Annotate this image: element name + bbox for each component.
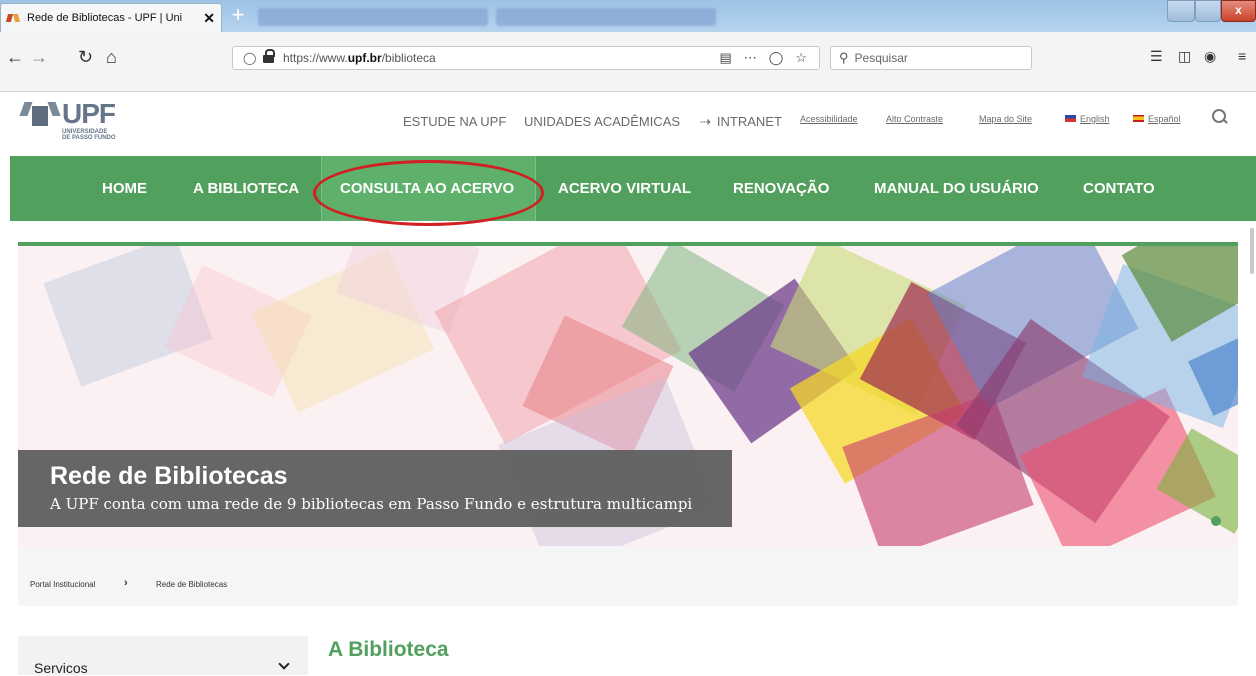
menu-home[interactable]: HOME — [102, 156, 147, 221]
link-espanol[interactable]: Español — [1148, 114, 1181, 124]
breadcrumb: Portal Institucional › Rede de Bibliotec… — [18, 546, 1238, 606]
link-english[interactable]: English — [1080, 114, 1110, 124]
forward-icon[interactable]: → — [30, 47, 48, 67]
background-tab[interactable] — [258, 8, 488, 26]
reload-icon[interactable]: ↻ — [78, 47, 93, 67]
scrollbar-thumb[interactable] — [1250, 228, 1254, 274]
browser-tab-active[interactable]: Rede de Bibliotecas - UPF | Uni ✕ — [0, 3, 222, 32]
breadcrumb-separator: › — [124, 577, 128, 589]
banner-subtitle: A UPF conta com uma rede de 9 biblioteca… — [50, 495, 693, 513]
more-icon[interactable]: ⋯ — [744, 50, 757, 66]
menu-contato[interactable]: CONTATO — [1083, 156, 1155, 221]
close-tab-icon[interactable]: ✕ — [203, 10, 215, 27]
background-tab[interactable] — [496, 8, 716, 26]
sidebar-servicos[interactable]: Servicos — [18, 636, 308, 676]
search-placeholder: Pesquisar — [854, 51, 908, 65]
window-close-button[interactable]: x — [1221, 0, 1256, 22]
site-header: UPF UNIVERSIDADE DE PASSO FUNDO ESTUDE NA… — [0, 92, 1256, 156]
page-title: A Biblioteca — [328, 638, 449, 661]
top-links: ESTUDE NA UPF — [403, 114, 506, 130]
url-text[interactable]: https://www.upf.br/biblioteca — [283, 51, 719, 65]
breadcrumb-current: Rede de Bibliotecas — [156, 580, 228, 589]
carousel-dot[interactable] — [1211, 516, 1221, 526]
menu-manual-do-usuario[interactable]: MANUAL DO USUÁRIO — [874, 156, 1039, 221]
window-maximize-button[interactable] — [1195, 0, 1221, 22]
menu-renovacao[interactable]: RENOVAÇÃO — [733, 156, 829, 221]
address-bar[interactable]: ◯ https://www.upf.br/biblioteca ▤ ⋯ ◯ ☆ — [232, 46, 820, 70]
logo-text: UPF — [62, 98, 116, 129]
logo-subtitle: UNIVERSIDADE DE PASSO FUNDO — [62, 129, 116, 141]
link-mapa-do-site[interactable]: Mapa do Site — [979, 114, 1032, 124]
library-icon[interactable]: ☰ — [1150, 48, 1163, 65]
home-icon[interactable]: ⌂ — [106, 47, 117, 67]
main-menu: HOME A BIBLIOTECA CONSULTA AO ACERVO ACE… — [10, 156, 1256, 226]
pocket-icon[interactable]: ◯ — [769, 50, 784, 66]
upf-logo[interactable]: UPF UNIVERSIDADE DE PASSO FUNDO — [19, 98, 142, 148]
browser-navbar: ← → ↻ ⌂ ◯ https://www.upf.br/biblioteca … — [0, 32, 1256, 92]
login-icon: ⇢ — [700, 114, 711, 129]
upf-favicon-icon — [7, 13, 21, 23]
menu-icon[interactable]: ≡ — [1238, 48, 1246, 64]
bookmark-star-icon[interactable]: ☆ — [795, 50, 807, 66]
spain-flag-icon — [1133, 115, 1144, 122]
browser-titlebar: Rede de Bibliotecas - UPF | Uni ✕ + x — [0, 0, 1256, 32]
us-flag-icon — [1065, 115, 1076, 122]
lock-icon[interactable] — [263, 48, 275, 64]
sidebar-icon[interactable]: ◫ — [1178, 48, 1191, 65]
browser-search-input[interactable]: ⚲ Pesquisar — [830, 46, 1032, 70]
sidebar-label: Servicos — [34, 660, 88, 676]
shield-icon[interactable]: ◯ — [243, 51, 257, 65]
link-alto-contraste[interactable]: Alto Contraste — [886, 114, 943, 124]
link-unidades[interactable]: UNIDADES ACADÊMICAS — [524, 114, 680, 129]
banner-title: Rede de Bibliotecas — [50, 462, 288, 490]
back-icon[interactable]: ← — [6, 47, 24, 67]
highlight-ellipse-annotation — [313, 160, 544, 226]
upf-logo-mark-icon — [19, 100, 61, 126]
search-icon: ⚲ — [839, 50, 849, 65]
account-icon[interactable]: ◉ — [1204, 48, 1216, 65]
window-minimize-button[interactable] — [1167, 0, 1195, 22]
breadcrumb-home-link[interactable]: Portal Institucional — [30, 580, 95, 589]
menu-acervo-virtual[interactable]: ACERVO VIRTUAL — [558, 156, 691, 221]
link-estude[interactable]: ESTUDE NA UPF — [403, 114, 506, 129]
link-acessibilidade[interactable]: Acessibilidade — [800, 114, 858, 124]
link-intranet[interactable]: INTRANET — [717, 114, 782, 129]
tab-title: Rede de Bibliotecas - UPF | Uni — [27, 12, 183, 24]
site-search-icon[interactable] — [1212, 109, 1228, 125]
reader-icon[interactable]: ▤ — [719, 50, 731, 66]
banner-caption: Rede de Bibliotecas A UPF conta com uma … — [18, 450, 732, 527]
chevron-down-icon — [278, 658, 290, 670]
menu-a-biblioteca[interactable]: A BIBLIOTECA — [193, 156, 299, 221]
new-tab-button[interactable]: + — [226, 4, 250, 28]
